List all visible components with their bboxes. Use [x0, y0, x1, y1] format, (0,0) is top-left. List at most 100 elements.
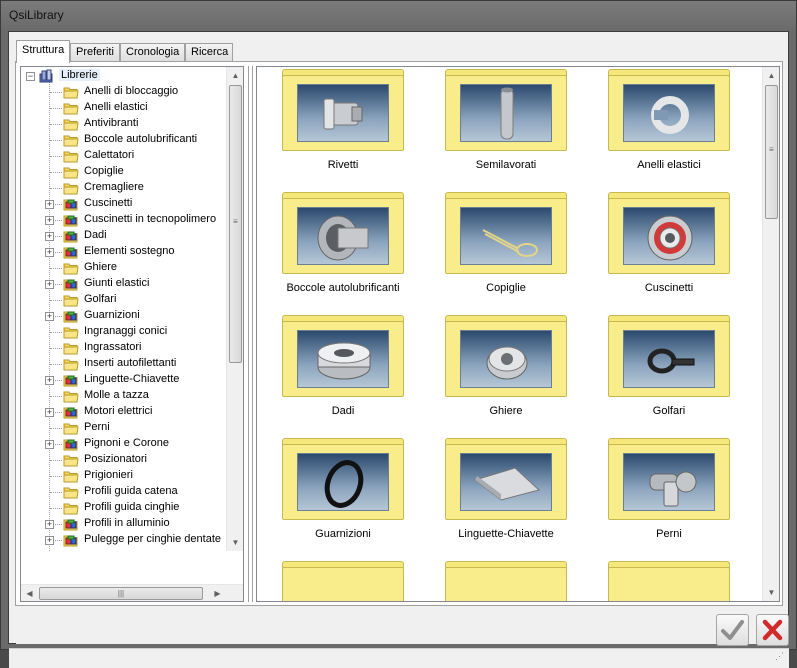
- tree-root-librerie[interactable]: − Librerie: [21, 68, 233, 84]
- folder-body: [282, 198, 404, 274]
- folder-icon: [63, 391, 79, 403]
- tree-item[interactable]: + Giunti elastici: [21, 276, 233, 292]
- expand-icon[interactable]: +: [45, 200, 54, 209]
- tree-item[interactable]: + Linguette-Chiavette: [21, 372, 233, 388]
- scroll-up-arrow-icon[interactable]: ▲: [227, 67, 243, 84]
- tree-connector: [50, 140, 62, 141]
- folder-tile[interactable]: Copiglie: [445, 192, 567, 294]
- tree-item-label: Perni: [84, 421, 110, 433]
- tree-item[interactable]: Perni: [21, 420, 233, 436]
- expand-icon[interactable]: +: [45, 248, 54, 257]
- tree-item[interactable]: + Profili in alluminio: [21, 516, 233, 532]
- title-bar[interactable]: QsiLibrary: [1, 1, 796, 31]
- part-thumbnail: [297, 207, 389, 265]
- tree-item[interactable]: Copiglie: [21, 164, 233, 180]
- expand-icon[interactable]: +: [45, 536, 54, 545]
- tree-item[interactable]: Profili guida cinghie: [21, 500, 233, 516]
- resize-grip-icon[interactable]: ⋰: [775, 652, 787, 666]
- tree-item[interactable]: Calettatori: [21, 148, 233, 164]
- pane-splitter[interactable]: [248, 66, 253, 602]
- folder-tile[interactable]: Linguette-Chiavette: [445, 438, 567, 540]
- tree-item[interactable]: + Cuscinetti in tecnopolimero: [21, 212, 233, 228]
- tree-item[interactable]: Molle a tazza: [21, 388, 233, 404]
- tree-hscroll-thumb[interactable]: |||: [39, 587, 203, 600]
- tree-item[interactable]: Anelli elastici: [21, 100, 233, 116]
- tree-item[interactable]: Prigionieri: [21, 468, 233, 484]
- pin-part-icon: [649, 471, 697, 507]
- tree-item[interactable]: Antivibranti: [21, 116, 233, 132]
- tree-item[interactable]: + Pulegge per cinghie dentate: [21, 532, 233, 548]
- rivet-part-icon: [323, 98, 363, 130]
- tree-item[interactable]: Boccole autolubrificanti: [21, 132, 233, 148]
- tree-vertical-scrollbar[interactable]: ▲ ≡ ▼: [226, 67, 243, 551]
- tree-item[interactable]: Inserti autofilettanti: [21, 356, 233, 372]
- folder-tile[interactable]: Golfari: [608, 315, 730, 417]
- folder-body: [608, 198, 730, 274]
- folder-icon: [63, 119, 79, 131]
- tree-item-label: Antivibranti: [84, 117, 139, 129]
- expand-icon[interactable]: +: [45, 408, 54, 417]
- cancel-button[interactable]: [756, 614, 789, 646]
- expand-icon[interactable]: +: [45, 232, 54, 241]
- folder-tile[interactable]: Semilavorati: [445, 69, 567, 171]
- collapse-icon[interactable]: −: [26, 72, 35, 81]
- tree-item[interactable]: Ingranaggi conici: [21, 324, 233, 340]
- library-tree[interactable]: − Librerie Anelli di bloccaggio Anelli el…: [21, 67, 233, 551]
- expand-icon[interactable]: +: [45, 440, 54, 449]
- folder-tile[interactable]: Perni: [608, 438, 730, 540]
- tree-item[interactable]: + Motori elettrici: [21, 404, 233, 420]
- tab-struttura[interactable]: Struttura: [16, 40, 70, 63]
- expand-icon[interactable]: +: [45, 312, 54, 321]
- tree-item[interactable]: Profili guida catena: [21, 484, 233, 500]
- scroll-up-arrow-icon[interactable]: ▲: [763, 67, 779, 84]
- tree-item[interactable]: Posizionatori: [21, 452, 233, 468]
- folder-icon: [63, 135, 79, 147]
- expand-icon[interactable]: +: [45, 216, 54, 225]
- folder-body: [282, 567, 404, 601]
- tree-item[interactable]: + Dadi: [21, 228, 233, 244]
- scroll-right-arrow-icon[interactable]: ▶: [209, 585, 226, 601]
- tree-horizontal-scrollbar[interactable]: ◀ ||| ▶: [21, 584, 243, 601]
- part-thumbnail: [623, 453, 715, 511]
- folder-tile[interactable]: Boccole autolubrificanti: [282, 192, 404, 294]
- expand-icon[interactable]: +: [45, 280, 54, 289]
- dialog-button-bar: [16, 606, 789, 646]
- scroll-down-arrow-icon[interactable]: ▼: [763, 584, 779, 601]
- folder-tile[interactable]: Rivetti: [282, 69, 404, 171]
- expand-icon[interactable]: +: [45, 520, 54, 529]
- tree-item[interactable]: Ingrassatori: [21, 340, 233, 356]
- tree-item[interactable]: + Pignoni e Corone: [21, 436, 233, 452]
- folder-tile[interactable]: Anelli elastici: [608, 69, 730, 171]
- folder-tile-partial[interactable]: [445, 561, 567, 601]
- tree-item-label: Profili guida cinghie: [84, 501, 180, 513]
- tree-item[interactable]: Cremagliere: [21, 180, 233, 196]
- tree-item[interactable]: Golfari: [21, 292, 233, 308]
- grid-vertical-scrollbar[interactable]: ▲ ≡ ▼: [762, 67, 779, 601]
- folder-tile[interactable]: Cuscinetti: [608, 192, 730, 294]
- folder-tile[interactable]: Ghiere: [445, 315, 567, 417]
- tree-item[interactable]: Anelli di bloccaggio: [21, 84, 233, 100]
- ok-button[interactable]: [716, 614, 749, 646]
- tree-connector: [50, 188, 62, 189]
- folder-tile[interactable]: Guarnizioni: [282, 438, 404, 540]
- scroll-left-arrow-icon[interactable]: ◀: [21, 585, 38, 601]
- tab-ricerca[interactable]: Ricerca: [185, 43, 233, 62]
- tree-item[interactable]: + Guarnizioni: [21, 308, 233, 324]
- tree-item[interactable]: Ghiere: [21, 260, 233, 276]
- expand-icon[interactable]: +: [45, 376, 54, 385]
- folder-icon: [63, 151, 79, 163]
- folder-icon: [63, 183, 79, 195]
- tab-cronologia[interactable]: Cronologia: [120, 43, 185, 62]
- folder-body: [445, 75, 567, 151]
- tree-scroll-thumb[interactable]: ≡: [229, 85, 242, 363]
- tab-preferiti[interactable]: Preferiti: [70, 43, 120, 62]
- folder-tile-partial[interactable]: [608, 561, 730, 601]
- tree-item[interactable]: + Elementi sostegno: [21, 244, 233, 260]
- folder-tile-partial[interactable]: [282, 561, 404, 601]
- part-thumbnail: [460, 330, 552, 388]
- folder-tile[interactable]: Dadi: [282, 315, 404, 417]
- grid-scroll-thumb[interactable]: ≡: [765, 85, 778, 219]
- tree-item[interactable]: + Cuscinetti: [21, 196, 233, 212]
- library-cube-icon: [63, 247, 78, 259]
- scroll-down-arrow-icon[interactable]: ▼: [227, 534, 243, 551]
